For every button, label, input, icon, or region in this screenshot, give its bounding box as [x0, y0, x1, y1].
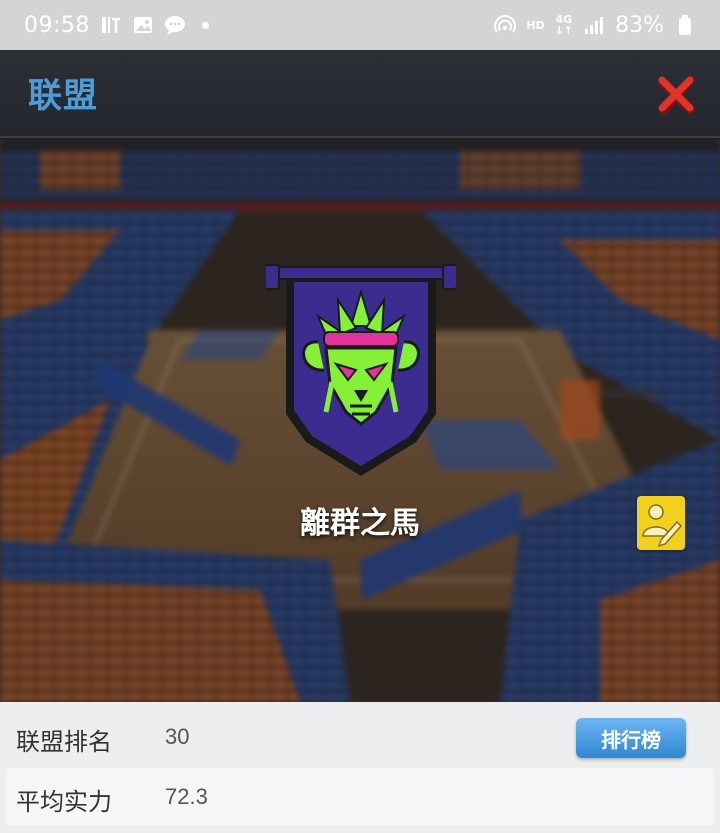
bull-skull-crest-icon	[266, 264, 456, 476]
close-icon	[657, 75, 695, 115]
arena-banner: 離群之馬	[0, 140, 720, 702]
status-time: 09:58	[24, 12, 90, 38]
battery-percent: 83%	[615, 12, 664, 38]
league-info-panel: 联盟排名 30 排行榜 平均实力 72.3	[0, 702, 720, 833]
header-bar: 联盟	[0, 50, 720, 138]
hotspot-icon	[494, 14, 517, 36]
gallery-icon	[132, 14, 154, 36]
status-bar-left: 09:58	[24, 13, 209, 38]
page-title: 联盟	[28, 77, 98, 115]
edit-profile-icon	[642, 504, 683, 548]
network-4g-indicator: 4G ↓↑	[555, 14, 573, 36]
signal-icon	[583, 14, 605, 36]
league-rank-label: 联盟排名	[16, 729, 112, 756]
hd-label: HD	[526, 18, 545, 32]
average-strength-label: 平均实力	[16, 789, 112, 816]
average-strength-row: 平均实力 72.3	[6, 768, 714, 826]
edit-profile-button[interactable]	[637, 496, 685, 550]
close-button[interactable]	[656, 74, 698, 116]
league-rank-row: 联盟排名 30 排行榜	[6, 708, 714, 766]
status-bar: 09:58 HD 4G ↓↑ 83%	[0, 0, 720, 50]
message-icon	[164, 14, 186, 36]
status-bar-right: HD 4G ↓↑ 83%	[494, 13, 696, 38]
leaderboard-button[interactable]: 排行榜	[576, 718, 686, 758]
tiktok-icon	[100, 14, 122, 36]
data-arrows-icon: ↓↑	[554, 24, 574, 37]
team-name: 離群之馬	[300, 507, 420, 540]
notification-dot-icon	[201, 21, 209, 29]
league-rank-value: 30	[165, 724, 190, 749]
average-strength-value: 72.3	[165, 784, 208, 809]
battery-icon	[674, 14, 696, 36]
